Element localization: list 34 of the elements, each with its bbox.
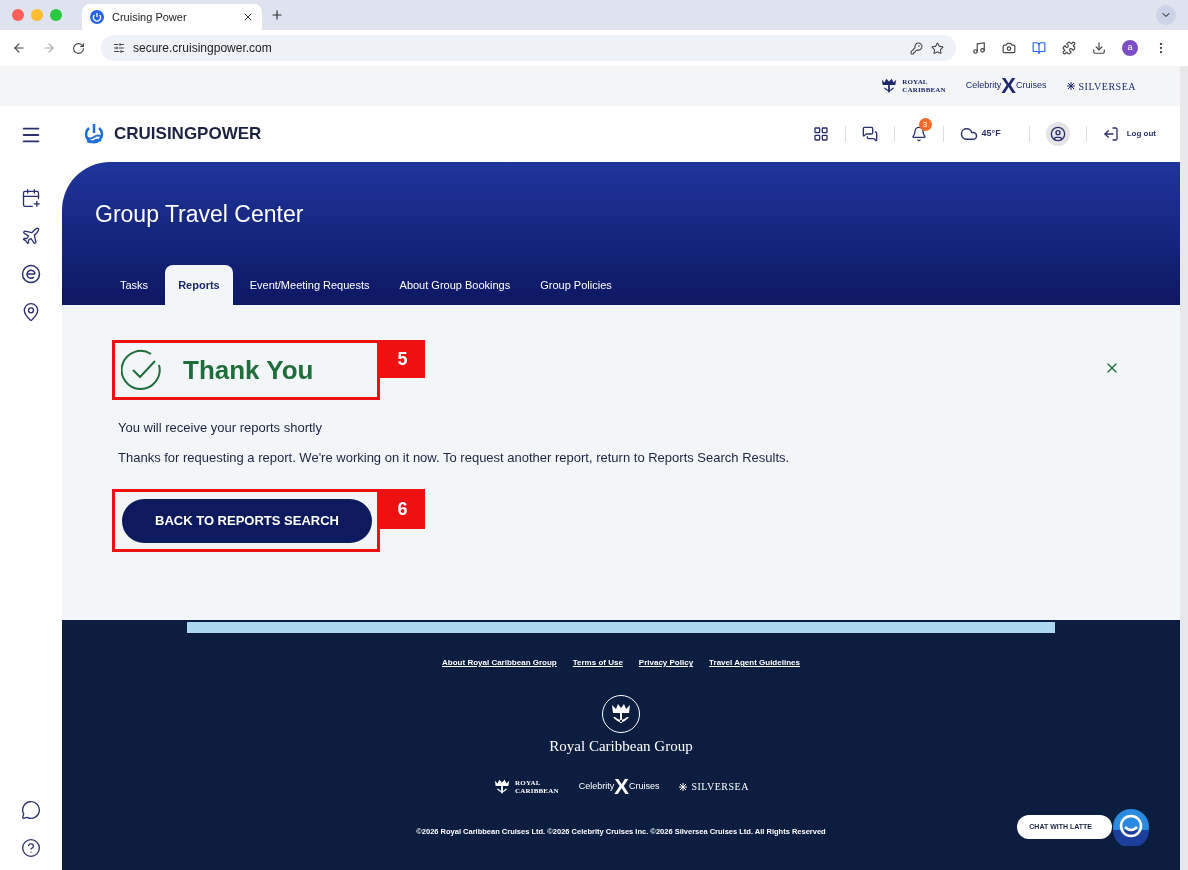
tab[interactable]: Group Policies xyxy=(527,265,625,305)
footer-link[interactable]: Privacy Policy xyxy=(638,657,694,669)
brand-logo-mark: X xyxy=(1001,75,1016,97)
profile-avatar[interactable]: a xyxy=(1122,40,1138,56)
brand-logo-text: Celebrity xyxy=(578,780,615,791)
group-name: Royal Caribbean Group xyxy=(549,737,693,756)
message-text: Thanks for requesting a report. We're working on it now. To request another report, return to Reports Search Results. xyxy=(118,448,791,467)
brand-logo-text: SILVERSEA xyxy=(1078,79,1136,94)
brand-logo-text: Cruises xyxy=(628,780,660,791)
notification-badge: 3 xyxy=(918,118,932,131)
callout-number: 6 xyxy=(380,489,425,529)
page-title: Group Travel Center xyxy=(95,200,305,229)
tab[interactable]: Tasks xyxy=(107,265,162,305)
thank-you-heading: Thank You xyxy=(183,353,314,387)
back-to-reports-button[interactable]: BACK TO REPORTS SEARCH xyxy=(122,498,372,543)
weather-text: 45°F xyxy=(981,127,1001,141)
brand-logo-text: SILVERSEA xyxy=(691,780,749,794)
url-text: secure.cruisingpower.com xyxy=(133,40,273,57)
brand-logo-mark: X xyxy=(614,775,629,798)
logout-link[interactable]: Log out xyxy=(1126,128,1156,140)
callout-number: 5 xyxy=(380,340,425,378)
brand-logo-text: Celebrity xyxy=(965,80,1002,91)
tab-title: Cruising Power xyxy=(112,9,188,25)
footer-link[interactable]: About Royal Caribbean Group xyxy=(442,657,557,669)
browser-tab[interactable]: Cruising Power xyxy=(82,4,262,30)
address-field[interactable]: secure.cruisingpower.com xyxy=(101,35,956,61)
footer-link[interactable]: Terms of Use xyxy=(572,657,623,669)
footer-link[interactable]: Travel Agent Guidelines xyxy=(709,657,800,669)
tab[interactable]: About Group Bookings xyxy=(386,265,524,305)
tab[interactable]: Event/Meeting Requests xyxy=(236,265,383,305)
brand-logo-text: Cruises xyxy=(1016,80,1047,91)
tab[interactable]: Reports xyxy=(165,265,233,305)
site-logo-text: CRUISINGPOWER xyxy=(114,123,262,146)
message-text: You will receive your reports shortly xyxy=(118,419,323,437)
